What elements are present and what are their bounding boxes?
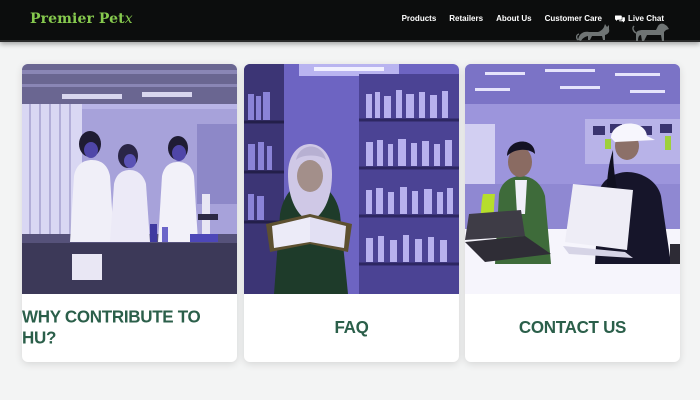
students-laptop-photo xyxy=(465,64,680,294)
card-label-faq: FAQ xyxy=(334,317,369,338)
logo-suffix: x xyxy=(124,11,133,27)
card-faq[interactable]: FAQ xyxy=(244,64,459,362)
premier-pet-logo[interactable]: Premier Petx xyxy=(30,11,133,27)
card-label-contact-us: CONTACT US xyxy=(518,317,627,338)
library-reader-photo xyxy=(244,64,459,294)
pets-silhouette-icon xyxy=(576,23,669,41)
info-cards: WHY CONTRIBUTE TO HU? FAQ CONTACT US xyxy=(22,64,680,364)
nav-about-us[interactable]: About Us xyxy=(496,14,532,23)
site-header: Premier Petx Products Retailers About Us… xyxy=(0,0,700,42)
nav-retailers[interactable]: Retailers xyxy=(449,14,483,23)
logo-text: Premier Pet xyxy=(30,11,125,27)
lab-students-photo xyxy=(22,64,237,294)
card-label-why-contribute: WHY CONTRIBUTE TO HU? xyxy=(22,307,201,348)
card-contact-us[interactable]: CONTACT US xyxy=(465,64,680,362)
card-why-contribute[interactable]: WHY CONTRIBUTE TO HU? xyxy=(22,64,237,362)
nav-products[interactable]: Products xyxy=(402,14,437,23)
